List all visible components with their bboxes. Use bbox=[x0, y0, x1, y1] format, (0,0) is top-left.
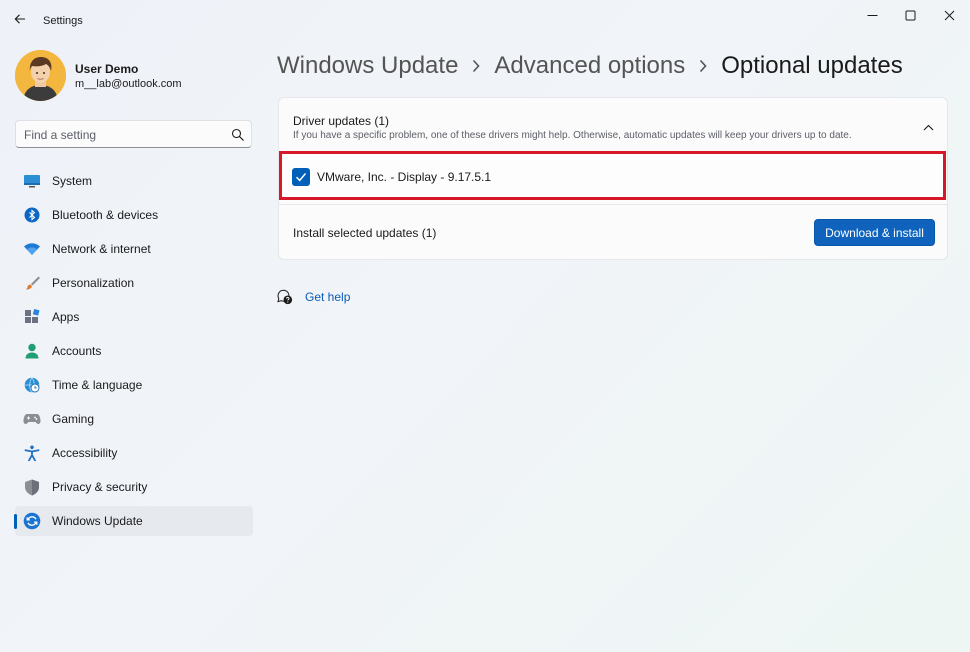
sidebar-item-label: Privacy & security bbox=[52, 480, 148, 494]
avatar bbox=[15, 50, 66, 101]
chevron-right-icon bbox=[473, 59, 481, 73]
person-icon bbox=[23, 342, 41, 360]
maximize-icon bbox=[905, 10, 915, 20]
breadcrumb-separator bbox=[685, 59, 721, 73]
sidebar-item-label: Windows Update bbox=[52, 514, 143, 528]
title-bar: Settings bbox=[0, 0, 970, 34]
sidebar-item-time-language[interactable]: Time & language bbox=[15, 370, 253, 400]
sidebar-item-bluetooth[interactable]: Bluetooth & devices bbox=[15, 200, 253, 230]
user-email: m__lab@outlook.com bbox=[75, 78, 182, 90]
monitor-icon bbox=[23, 172, 41, 190]
sidebar-item-apps[interactable]: Apps bbox=[15, 302, 253, 332]
refresh-icon bbox=[23, 512, 41, 530]
minimize-icon bbox=[867, 14, 877, 16]
breadcrumb: Windows Update Advanced options Optional… bbox=[277, 50, 903, 82]
sidebar-item-label: Network & internet bbox=[52, 242, 151, 256]
accessibility-icon bbox=[23, 444, 41, 462]
close-icon bbox=[944, 10, 954, 20]
arrow-left-icon bbox=[14, 14, 25, 24]
sidebar-item-gaming[interactable]: Gaming bbox=[15, 404, 253, 434]
search-input[interactable] bbox=[24, 126, 224, 143]
search-icon[interactable] bbox=[231, 128, 245, 142]
user-profile[interactable]: User Demo m__lab@outlook.com bbox=[15, 48, 255, 104]
chevron-right-icon bbox=[700, 59, 707, 73]
sidebar-item-label: Apps bbox=[52, 310, 80, 324]
breadcrumb-separator bbox=[458, 59, 494, 73]
user-avatar-icon bbox=[15, 50, 66, 101]
minimize-button[interactable] bbox=[852, 4, 892, 26]
back-button[interactable] bbox=[8, 7, 32, 31]
divider bbox=[279, 204, 947, 205]
sidebar-item-windows-update[interactable]: Windows Update bbox=[14, 506, 253, 536]
sidebar-item-label: Accessibility bbox=[52, 446, 118, 460]
brush-icon bbox=[23, 274, 41, 292]
window-title: Settings bbox=[43, 15, 83, 27]
sidebar-item-personalization[interactable]: Personalization bbox=[15, 268, 253, 298]
sidebar-item-label: Time & language bbox=[52, 378, 143, 392]
sidebar-item-network[interactable]: Network & internet bbox=[15, 234, 253, 264]
breadcrumb-item-advanced-options[interactable]: Advanced options bbox=[494, 52, 685, 80]
collapse-button[interactable] bbox=[917, 118, 939, 136]
search-box[interactable] bbox=[15, 120, 252, 148]
close-button[interactable] bbox=[929, 4, 969, 26]
wifi-icon bbox=[23, 240, 41, 258]
driver-updates-title: Driver updates (1) bbox=[293, 114, 390, 128]
help-icon bbox=[277, 289, 293, 305]
download-install-button[interactable]: Download & install bbox=[814, 219, 935, 246]
driver-updates-description: If you have a specific problem, one of t… bbox=[293, 130, 852, 141]
sidebar-nav: System Bluetooth & devices Network & int… bbox=[14, 166, 253, 540]
sidebar-item-label: Bluetooth & devices bbox=[52, 208, 159, 222]
maximize-button[interactable] bbox=[890, 4, 930, 26]
sidebar-item-accessibility[interactable]: Accessibility bbox=[15, 438, 253, 468]
user-name: User Demo bbox=[75, 62, 139, 76]
apps-icon bbox=[23, 308, 41, 326]
page-title: Optional updates bbox=[721, 52, 903, 79]
bluetooth-icon bbox=[23, 206, 41, 224]
chevron-up-icon bbox=[923, 124, 933, 130]
shield-icon bbox=[23, 478, 41, 496]
globe-clock-icon bbox=[23, 376, 41, 394]
sidebar-item-label: Accounts bbox=[52, 344, 102, 358]
install-selected-label: Install selected updates (1) bbox=[293, 226, 437, 240]
get-help-label: Get help bbox=[305, 290, 351, 304]
sidebar-item-label: Gaming bbox=[52, 412, 95, 426]
sidebar-item-privacy-security[interactable]: Privacy & security bbox=[15, 472, 253, 502]
sidebar-item-label: Personalization bbox=[52, 276, 135, 290]
gamepad-icon bbox=[23, 410, 41, 428]
sidebar-item-label: System bbox=[52, 174, 93, 188]
selection-indicator bbox=[14, 514, 17, 529]
sidebar-item-accounts[interactable]: Accounts bbox=[15, 336, 253, 366]
highlight-box bbox=[279, 151, 946, 200]
get-help-link[interactable]: Get help bbox=[277, 288, 350, 306]
breadcrumb-item-windows-update[interactable]: Windows Update bbox=[277, 52, 458, 80]
sidebar-item-system[interactable]: System bbox=[15, 166, 253, 196]
